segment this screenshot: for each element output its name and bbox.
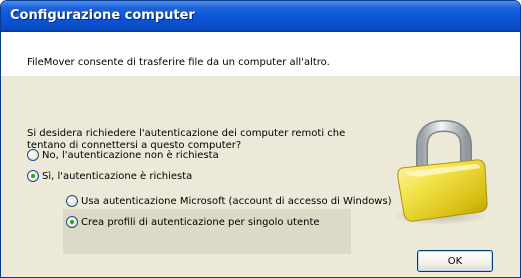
- dialog-content: FileMover consente di trasferire file da…: [1, 32, 520, 277]
- radio-microsoft-auth[interactable]: Usa autenticazione Microsoft (account di…: [66, 195, 392, 207]
- title-bar[interactable]: Configurazione computer: [1, 1, 520, 32]
- description-text: FileMover consente di trasferire file da…: [27, 57, 330, 68]
- radio-auth-required[interactable]: Sì, l'autenticazione è richiesta: [27, 170, 192, 182]
- auth-question-line-1: Si desidera richiedere l'autenticazione …: [27, 128, 346, 139]
- radio-user-profiles[interactable]: Crea profili di autenticazione per singo…: [66, 216, 320, 228]
- padlock-icon: [384, 118, 504, 230]
- radio-no-auth-circle[interactable]: [27, 149, 39, 161]
- radio-user-profiles-label[interactable]: Crea profili di autenticazione per singo…: [81, 217, 320, 228]
- dialog-window: Configurazione computer FileMover consen…: [0, 0, 521, 278]
- window-title: Configurazione computer: [10, 8, 195, 23]
- radio-microsoft-auth-label[interactable]: Usa autenticazione Microsoft (account di…: [81, 196, 392, 207]
- radio-no-auth[interactable]: No, l'autenticazione non è richiesta: [27, 149, 219, 161]
- ok-button[interactable]: OK: [417, 250, 493, 272]
- radio-auth-required-label[interactable]: Sì, l'autenticazione è richiesta: [42, 171, 192, 182]
- header-band: [1, 32, 520, 76]
- radio-auth-required-circle[interactable]: [27, 170, 39, 182]
- radio-microsoft-auth-circle[interactable]: [66, 195, 78, 207]
- radio-user-profiles-circle[interactable]: [66, 216, 78, 228]
- radio-no-auth-label[interactable]: No, l'autenticazione non è richiesta: [42, 150, 219, 161]
